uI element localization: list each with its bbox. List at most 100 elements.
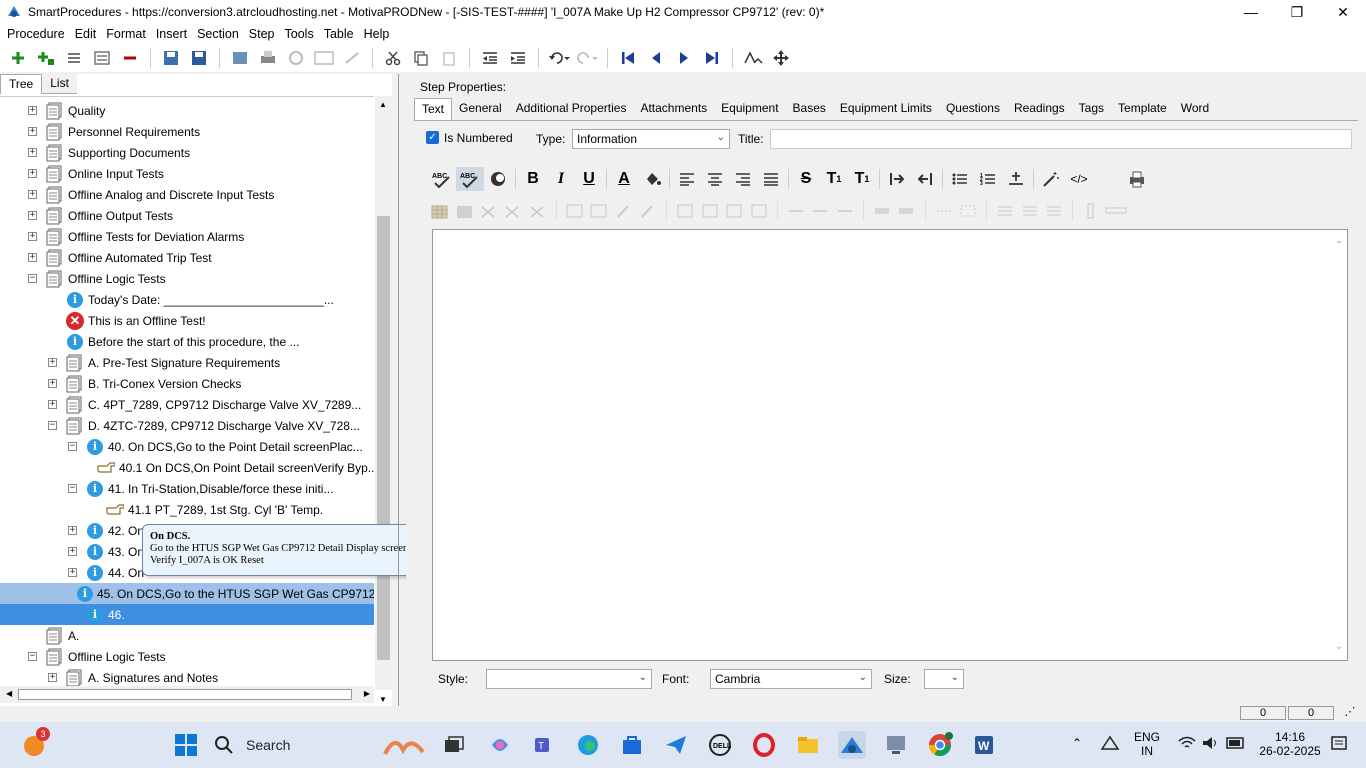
indent-icon[interactable]: [507, 47, 529, 69]
subscript-icon[interactable]: T1: [848, 167, 876, 191]
widgets-icon[interactable]: 3: [20, 727, 50, 759]
menu-table[interactable]: Table: [319, 27, 359, 41]
title-input[interactable]: [770, 129, 1352, 149]
delete-cell-icon[interactable]: [526, 201, 550, 221]
tab-equipment-limits[interactable]: Equipment Limits: [833, 98, 939, 120]
tree-node[interactable]: + Quality: [0, 100, 374, 121]
increase-indent-icon[interactable]: [883, 167, 911, 191]
outdent-icon[interactable]: [479, 47, 501, 69]
dell-icon[interactable]: DELL: [706, 731, 734, 759]
underline-icon[interactable]: U: [575, 167, 603, 191]
printer-icon[interactable]: [1123, 167, 1151, 191]
pane-splitter[interactable]: [398, 74, 404, 706]
expand-icon[interactable]: +: [28, 232, 37, 241]
expand-icon[interactable]: +: [68, 526, 77, 535]
tree-node[interactable]: + A. Pre-Test Signature Requirements: [0, 352, 374, 373]
expand-icon[interactable]: +: [28, 148, 37, 157]
copy-icon[interactable]: [410, 47, 432, 69]
tree-node[interactable]: i 46.: [0, 604, 374, 625]
tree-node[interactable]: + Personnel Requirements: [0, 121, 374, 142]
tab-attachments[interactable]: Attachments: [633, 98, 714, 120]
tab-list[interactable]: List: [42, 74, 77, 94]
minimize-button[interactable]: —: [1228, 0, 1274, 24]
distribute-rows-icon[interactable]: [832, 201, 856, 221]
scroll-thumb[interactable]: [377, 216, 390, 660]
eraser-icon[interactable]: [636, 201, 660, 221]
spellcheck-auto-icon[interactable]: ABC: [456, 167, 484, 191]
tree-node[interactable]: ✕ This is an Offline Test!: [0, 310, 374, 331]
chevron-up-icon[interactable]: ⌃: [1335, 240, 1343, 251]
size-select[interactable]: ⌄: [924, 669, 964, 689]
tab-questions[interactable]: Questions: [939, 98, 1007, 120]
menu-tools[interactable]: Tools: [280, 27, 319, 41]
volume-icon[interactable]: [1202, 736, 1220, 753]
highlight-icon[interactable]: [484, 167, 512, 191]
expand-icon[interactable]: +: [28, 190, 37, 199]
edit-table-icon[interactable]: [612, 201, 636, 221]
spellcheck-icon[interactable]: [742, 47, 764, 69]
last-icon[interactable]: [701, 47, 723, 69]
italic-icon[interactable]: I: [547, 167, 575, 191]
network-icon[interactable]: [1100, 735, 1120, 754]
style-select[interactable]: ⌄: [486, 669, 652, 689]
align-top-icon[interactable]: [993, 201, 1017, 221]
magic-wand-icon[interactable]: [1037, 167, 1065, 191]
first-icon[interactable]: [617, 47, 639, 69]
step-text-editor[interactable]: ⌃ ⌄: [432, 229, 1348, 661]
insert-table-icon[interactable]: [428, 201, 452, 221]
scroll-right-icon[interactable]: ▶: [364, 689, 370, 698]
type-select[interactable]: Information ⌄: [572, 129, 730, 149]
delete-row-icon[interactable]: [477, 201, 501, 221]
expand-icon[interactable]: +: [28, 211, 37, 220]
tree-node[interactable]: + Offline Tests for Deviation Alarms: [0, 226, 374, 247]
teams-icon[interactable]: T: [530, 731, 558, 759]
resize-grip-icon[interactable]: ⋰: [1336, 706, 1364, 720]
export-icon[interactable]: [229, 47, 251, 69]
menu-insert[interactable]: Insert: [151, 27, 192, 41]
superscript-icon[interactable]: T1: [820, 167, 848, 191]
list-icon[interactable]: [63, 47, 85, 69]
undo-icon[interactable]: [548, 47, 570, 69]
remove-icon[interactable]: [119, 47, 141, 69]
collapse-icon[interactable]: −: [28, 652, 37, 661]
scroll-down-icon[interactable]: ▼: [379, 695, 387, 704]
is-numbered-checkbox[interactable]: ✓: [426, 131, 439, 144]
search-highlight-icon[interactable]: [380, 731, 428, 759]
insert-line-icon[interactable]: [1002, 167, 1030, 191]
language-indicator[interactable]: ENG IN: [1134, 730, 1160, 758]
expand-icon[interactable]: +: [28, 169, 37, 178]
cut-icon[interactable]: [382, 47, 404, 69]
link-icon[interactable]: [341, 47, 363, 69]
tab-tags[interactable]: Tags: [1072, 98, 1111, 120]
tree-node[interactable]: + Offline Output Tests: [0, 205, 374, 226]
tree-vertical-scrollbar[interactable]: ▲ ▼: [375, 96, 392, 704]
tree-node[interactable]: A.: [0, 625, 374, 646]
expand-icon[interactable]: +: [28, 253, 37, 262]
menu-format[interactable]: Format: [101, 27, 151, 41]
chrome-icon[interactable]: [926, 731, 954, 759]
tab-tree[interactable]: Tree: [0, 74, 43, 94]
bold-icon[interactable]: B: [519, 167, 547, 191]
collapse-icon[interactable]: −: [68, 442, 77, 451]
bullet-list-icon[interactable]: [946, 167, 974, 191]
expand-icon[interactable]: +: [68, 547, 77, 556]
show-hidden-icons-icon[interactable]: ⌃: [1072, 736, 1082, 750]
split-rows-icon[interactable]: [894, 201, 918, 221]
word-icon[interactable]: W: [970, 731, 998, 759]
tree-node[interactable]: + B. Tri-Conex Version Checks: [0, 373, 374, 394]
tree-node[interactable]: 40.1 On DCS,On Point Detail screenVerify…: [0, 457, 374, 478]
maximize-button[interactable]: ❐: [1274, 0, 1320, 24]
opera-icon[interactable]: [750, 731, 778, 759]
battery-icon[interactable]: [1226, 736, 1246, 753]
align-right-icon[interactable]: [729, 167, 757, 191]
tree-node[interactable]: + C. 4PT_7289, CP9712 Discharge Valve XV_…: [0, 394, 374, 415]
insert-column-right-icon[interactable]: [698, 201, 722, 221]
editor-scrollbar[interactable]: ⌃ ⌄: [1333, 230, 1347, 660]
wifi-icon[interactable]: [1178, 736, 1196, 753]
smartprocedures-taskbar-icon[interactable]: [838, 731, 866, 759]
chevron-down-icon[interactable]: ⌄: [1335, 641, 1343, 652]
tab-template[interactable]: Template: [1111, 98, 1174, 120]
table-border-icon[interactable]: [956, 201, 980, 221]
table-grid-icon[interactable]: [931, 201, 955, 221]
remote-desktop-icon[interactable]: [882, 731, 910, 759]
